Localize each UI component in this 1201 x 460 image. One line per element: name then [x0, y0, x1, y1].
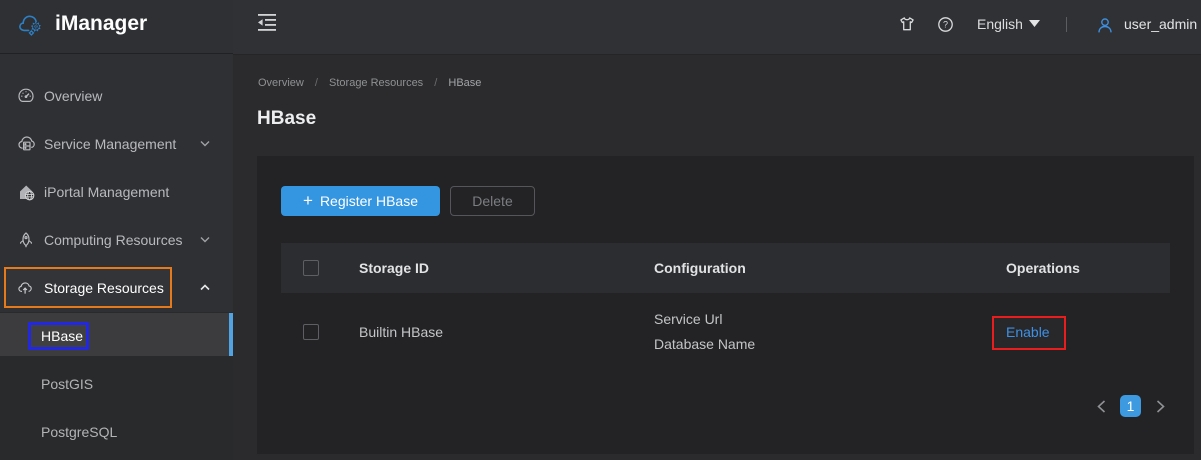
svg-text:?: ? [943, 20, 948, 30]
